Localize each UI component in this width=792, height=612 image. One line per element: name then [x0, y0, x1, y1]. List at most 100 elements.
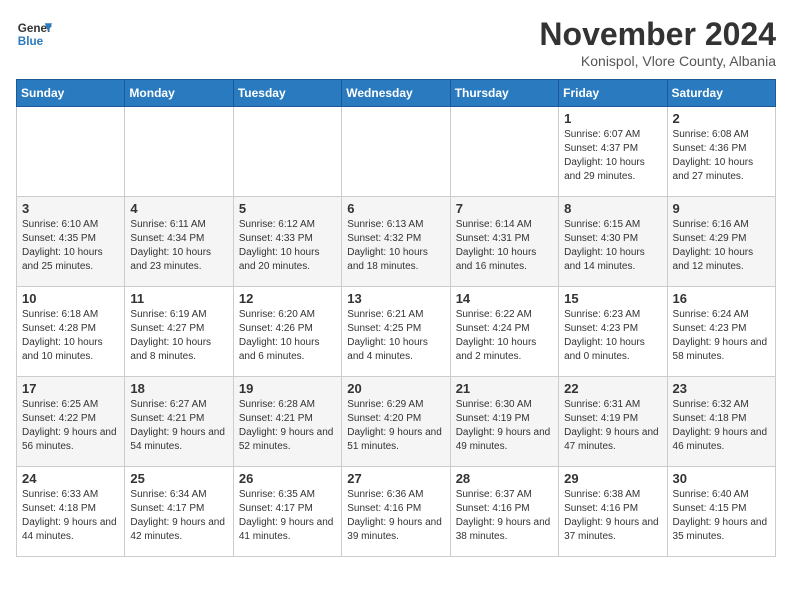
calendar-header: SundayMondayTuesdayWednesdayThursdayFrid… — [17, 80, 776, 107]
day-info: Sunrise: 6:08 AM Sunset: 4:36 PM Dayligh… — [673, 128, 770, 184]
day-info: Sunrise: 6:07 AM Sunset: 4:37 PM Dayligh… — [564, 128, 661, 184]
day-number: 26 — [239, 471, 336, 486]
day-cell: 24 Sunrise: 6:33 AM Sunset: 4:18 PM Dayli… — [17, 467, 125, 557]
day-cell: 21 Sunrise: 6:30 AM Sunset: 4:19 PM Dayli… — [450, 377, 558, 467]
day-number: 18 — [130, 381, 227, 396]
day-number: 1 — [564, 111, 661, 126]
day-info: Sunrise: 6:35 AM Sunset: 4:17 PM Dayligh… — [239, 488, 336, 544]
day-info: Sunrise: 6:22 AM Sunset: 4:24 PM Dayligh… — [456, 308, 553, 364]
day-number: 12 — [239, 291, 336, 306]
day-cell: 25 Sunrise: 6:34 AM Sunset: 4:17 PM Dayli… — [125, 467, 233, 557]
day-info: Sunrise: 6:20 AM Sunset: 4:26 PM Dayligh… — [239, 308, 336, 364]
day-info: Sunrise: 6:37 AM Sunset: 4:16 PM Dayligh… — [456, 488, 553, 544]
day-number: 10 — [22, 291, 119, 306]
day-number: 3 — [22, 201, 119, 216]
day-info: Sunrise: 6:24 AM Sunset: 4:23 PM Dayligh… — [673, 308, 770, 364]
day-cell: 6Sunrise: 6:13 AM Sunset: 4:32 PM Daylig… — [342, 197, 450, 287]
day-cell: 15Sunrise: 6:23 AM Sunset: 4:23 PM Dayli… — [559, 287, 667, 377]
day-info: Sunrise: 6:18 AM Sunset: 4:28 PM Dayligh… — [22, 308, 119, 364]
day-number: 25 — [130, 471, 227, 486]
day-cell — [450, 107, 558, 197]
day-info: Sunrise: 6:32 AM Sunset: 4:18 PM Dayligh… — [673, 398, 770, 454]
day-info: Sunrise: 6:29 AM Sunset: 4:20 PM Dayligh… — [347, 398, 444, 454]
day-cell — [342, 107, 450, 197]
day-info: Sunrise: 6:28 AM Sunset: 4:21 PM Dayligh… — [239, 398, 336, 454]
day-number: 7 — [456, 201, 553, 216]
header-day-friday: Friday — [559, 80, 667, 107]
day-number: 23 — [673, 381, 770, 396]
week-row-4: 24 Sunrise: 6:33 AM Sunset: 4:18 PM Dayli… — [17, 467, 776, 557]
day-cell: 10 Sunrise: 6:18 AM Sunset: 4:28 PM Dayli… — [17, 287, 125, 377]
day-cell: 11Sunrise: 6:19 AM Sunset: 4:27 PM Dayli… — [125, 287, 233, 377]
header-day-monday: Monday — [125, 80, 233, 107]
day-number: 4 — [130, 201, 227, 216]
week-row-3: 17Sunrise: 6:25 AM Sunset: 4:22 PM Dayli… — [17, 377, 776, 467]
day-number: 16 — [673, 291, 770, 306]
day-cell: 12 Sunrise: 6:20 AM Sunset: 4:26 PM Dayli… — [233, 287, 341, 377]
day-info: Sunrise: 6:16 AM Sunset: 4:29 PM Dayligh… — [673, 218, 770, 274]
day-info: Sunrise: 6:12 AM Sunset: 4:33 PM Dayligh… — [239, 218, 336, 274]
day-info: Sunrise: 6:38 AM Sunset: 4:16 PM Dayligh… — [564, 488, 661, 544]
logo-icon: General Blue — [16, 16, 52, 52]
week-row-0: 1 Sunrise: 6:07 AM Sunset: 4:37 PM Daylig… — [17, 107, 776, 197]
header-row: SundayMondayTuesdayWednesdayThursdayFrid… — [17, 80, 776, 107]
header-day-wednesday: Wednesday — [342, 80, 450, 107]
day-number: 2 — [673, 111, 770, 126]
day-number: 8 — [564, 201, 661, 216]
day-number: 21 — [456, 381, 553, 396]
day-cell — [125, 107, 233, 197]
day-cell: 27 Sunrise: 6:36 AM Sunset: 4:16 PM Dayli… — [342, 467, 450, 557]
day-info: Sunrise: 6:13 AM Sunset: 4:32 PM Dayligh… — [347, 218, 444, 274]
day-info: Sunrise: 6:33 AM Sunset: 4:18 PM Dayligh… — [22, 488, 119, 544]
logo: General Blue — [16, 16, 52, 52]
day-number: 5 — [239, 201, 336, 216]
day-cell: 13 Sunrise: 6:21 AM Sunset: 4:25 PM Dayli… — [342, 287, 450, 377]
week-row-2: 10 Sunrise: 6:18 AM Sunset: 4:28 PM Dayli… — [17, 287, 776, 377]
day-number: 27 — [347, 471, 444, 486]
day-info: Sunrise: 6:15 AM Sunset: 4:30 PM Dayligh… — [564, 218, 661, 274]
week-row-1: 3 Sunrise: 6:10 AM Sunset: 4:35 PM Daylig… — [17, 197, 776, 287]
day-info: Sunrise: 6:30 AM Sunset: 4:19 PM Dayligh… — [456, 398, 553, 454]
day-cell: 14 Sunrise: 6:22 AM Sunset: 4:24 PM Dayli… — [450, 287, 558, 377]
title-block: November 2024 Konispol, Vlore County, Al… — [539, 16, 776, 69]
day-number: 30 — [673, 471, 770, 486]
day-cell: 22 Sunrise: 6:31 AM Sunset: 4:19 PM Dayli… — [559, 377, 667, 467]
day-number: 19 — [239, 381, 336, 396]
calendar-table: SundayMondayTuesdayWednesdayThursdayFrid… — [16, 79, 776, 557]
day-info: Sunrise: 6:10 AM Sunset: 4:35 PM Dayligh… — [22, 218, 119, 274]
day-number: 13 — [347, 291, 444, 306]
calendar-body: 1 Sunrise: 6:07 AM Sunset: 4:37 PM Daylig… — [17, 107, 776, 557]
location: Konispol, Vlore County, Albania — [539, 53, 776, 69]
day-info: Sunrise: 6:36 AM Sunset: 4:16 PM Dayligh… — [347, 488, 444, 544]
day-cell: 20 Sunrise: 6:29 AM Sunset: 4:20 PM Dayli… — [342, 377, 450, 467]
day-cell — [233, 107, 341, 197]
day-info: Sunrise: 6:31 AM Sunset: 4:19 PM Dayligh… — [564, 398, 661, 454]
day-info: Sunrise: 6:11 AM Sunset: 4:34 PM Dayligh… — [130, 218, 227, 274]
day-info: Sunrise: 6:40 AM Sunset: 4:15 PM Dayligh… — [673, 488, 770, 544]
day-cell: 19 Sunrise: 6:28 AM Sunset: 4:21 PM Dayli… — [233, 377, 341, 467]
day-info: Sunrise: 6:34 AM Sunset: 4:17 PM Dayligh… — [130, 488, 227, 544]
day-cell: 7 Sunrise: 6:14 AM Sunset: 4:31 PM Daylig… — [450, 197, 558, 287]
day-cell: 16 Sunrise: 6:24 AM Sunset: 4:23 PM Dayli… — [667, 287, 775, 377]
header-day-sunday: Sunday — [17, 80, 125, 107]
day-number: 20 — [347, 381, 444, 396]
day-number: 22 — [564, 381, 661, 396]
day-cell: 23 Sunrise: 6:32 AM Sunset: 4:18 PM Dayli… — [667, 377, 775, 467]
day-info: Sunrise: 6:21 AM Sunset: 4:25 PM Dayligh… — [347, 308, 444, 364]
day-number: 15 — [564, 291, 661, 306]
day-info: Sunrise: 6:25 AM Sunset: 4:22 PM Dayligh… — [22, 398, 119, 454]
day-cell: 1 Sunrise: 6:07 AM Sunset: 4:37 PM Daylig… — [559, 107, 667, 197]
day-info: Sunrise: 6:19 AM Sunset: 4:27 PM Dayligh… — [130, 308, 227, 364]
day-number: 14 — [456, 291, 553, 306]
day-cell: 8 Sunrise: 6:15 AM Sunset: 4:30 PM Daylig… — [559, 197, 667, 287]
day-info: Sunrise: 6:27 AM Sunset: 4:21 PM Dayligh… — [130, 398, 227, 454]
day-number: 29 — [564, 471, 661, 486]
header-day-tuesday: Tuesday — [233, 80, 341, 107]
day-info: Sunrise: 6:14 AM Sunset: 4:31 PM Dayligh… — [456, 218, 553, 274]
day-number: 24 — [22, 471, 119, 486]
day-cell: 9Sunrise: 6:16 AM Sunset: 4:29 PM Daylig… — [667, 197, 775, 287]
day-cell: 18 Sunrise: 6:27 AM Sunset: 4:21 PM Dayli… — [125, 377, 233, 467]
day-number: 28 — [456, 471, 553, 486]
day-cell: 30 Sunrise: 6:40 AM Sunset: 4:15 PM Dayli… — [667, 467, 775, 557]
header-day-saturday: Saturday — [667, 80, 775, 107]
